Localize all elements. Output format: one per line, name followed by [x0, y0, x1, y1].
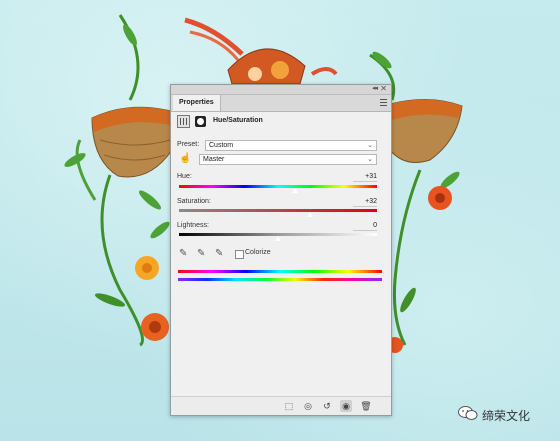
hue-slider-thumb[interactable]	[291, 188, 300, 194]
lightness-label: Lightness:	[177, 222, 209, 229]
chevron-down-icon: ⌄	[367, 156, 373, 163]
chevron-down-icon: ⌄	[367, 142, 373, 149]
saturation-slider-thumb[interactable]	[305, 212, 314, 218]
hand-icon[interactable]: ☝	[179, 153, 191, 165]
saturation-slider-track[interactable]	[179, 209, 377, 212]
eye-icon[interactable]: ◉	[340, 400, 352, 412]
adjustment-title: Hue/Saturation	[213, 117, 263, 124]
view-previous-icon[interactable]: ◎	[302, 400, 314, 412]
hue-value-field[interactable]: +31	[353, 172, 377, 182]
clip-to-layer-icon[interactable]: ⬚	[283, 400, 295, 412]
preset-label: Preset:	[177, 141, 200, 148]
adjustment-header: Hue/Saturation	[177, 115, 385, 131]
wechat-logo-icon	[458, 406, 478, 420]
tab-properties[interactable]: Properties	[173, 95, 221, 111]
hue-label: Hue:	[177, 173, 192, 180]
eyedropper-plus-icon[interactable]: ✎	[197, 248, 209, 260]
hamburger-menu-icon[interactable]	[380, 99, 387, 106]
colorize-checkbox[interactable]	[235, 250, 244, 259]
reset-icon[interactable]: ↺	[321, 400, 333, 412]
hue-saturation-icon[interactable]	[177, 115, 190, 128]
properties-panel: ◂◂ ✕ Properties Hue/Saturation Preset: C…	[170, 84, 392, 416]
saturation-label: Saturation:	[177, 198, 211, 205]
lightness-slider-thumb[interactable]	[274, 236, 282, 242]
eyedropper-minus-icon[interactable]: ✎	[215, 248, 227, 260]
output-color-spectrum	[178, 278, 382, 281]
preset-row: Preset: Custom ⌄	[177, 140, 383, 152]
hue-slider-track[interactable]	[179, 185, 377, 188]
layer-mask-icon[interactable]	[195, 116, 206, 127]
colorize-label: Colorize	[245, 249, 271, 256]
trash-icon[interactable]: 🗑	[360, 400, 372, 412]
channel-value: Master	[203, 156, 225, 163]
channel-row: ☝ Master ⌄	[177, 153, 383, 166]
lightness-value-field[interactable]: 0	[353, 221, 377, 231]
eyedropper-tools-row: ✎ ✎ ✎ Colorize	[177, 248, 383, 262]
panel-drag-strip[interactable]: ◂◂ ✕	[171, 84, 391, 95]
saturation-value-field[interactable]: +32	[353, 197, 377, 207]
channel-dropdown[interactable]: Master ⌄	[199, 154, 377, 165]
double-chevron-icon[interactable]: ◂◂	[372, 84, 378, 92]
input-color-spectrum	[178, 270, 382, 273]
watermark-text: 缔荣文化	[482, 409, 531, 423]
panel-bottom-toolbar: ⬚ ◎ ↺ ◉ 🗑	[171, 396, 391, 415]
preset-dropdown[interactable]: Custom ⌄	[205, 140, 377, 151]
panel-tab-bar: Properties	[171, 95, 391, 112]
close-icon[interactable]: ✕	[380, 84, 387, 93]
eyedropper-icon[interactable]: ✎	[179, 248, 191, 260]
preset-value: Custom	[209, 142, 234, 149]
